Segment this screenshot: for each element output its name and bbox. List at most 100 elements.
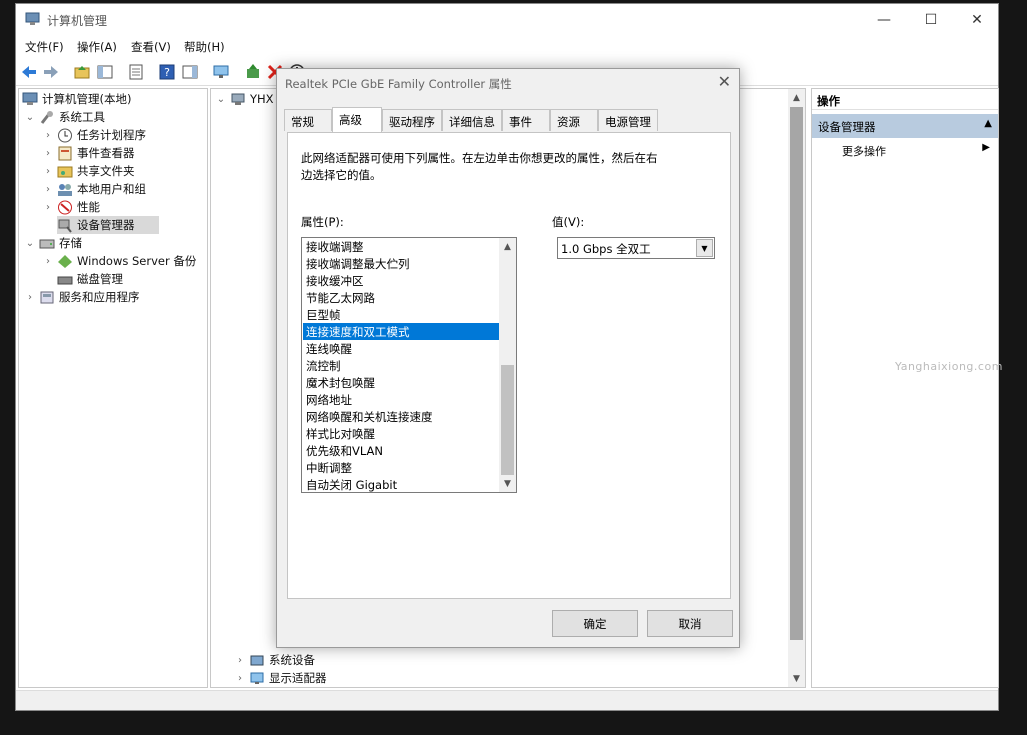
computer-icon (231, 93, 245, 105)
tree-node-event-viewer[interactable]: › 事件查看器 (43, 144, 135, 162)
tree-node-device-manager[interactable]: 设备管理器 (57, 216, 159, 234)
menu-action[interactable]: 操作(A) (77, 39, 117, 55)
tree-label: 系统设备 (269, 653, 315, 667)
tree-label: 服务和应用程序 (59, 290, 140, 304)
tree-node-local-users[interactable]: › 本地用户和组 (43, 180, 146, 198)
property-item-selected[interactable]: 连接速度和双工模式 (303, 323, 499, 340)
actions-section-label: 设备管理器 (818, 120, 876, 134)
show-hide-tree-icon[interactable] (96, 63, 114, 81)
chevron-right-icon[interactable]: › (235, 673, 245, 684)
tab-advanced[interactable]: 高级 (332, 107, 382, 132)
chevron-right-icon[interactable]: › (43, 184, 53, 195)
menu-file[interactable]: 文件(F) (25, 39, 64, 55)
scroll-down-icon[interactable]: ▼ (788, 670, 805, 687)
scan-hardware-icon[interactable] (212, 63, 230, 81)
chevron-right-icon[interactable]: › (235, 655, 245, 666)
property-item[interactable]: 巨型帧 (303, 306, 499, 323)
tab-details[interactable]: 详细信息 (442, 109, 502, 131)
tab-power-management[interactable]: 电源管理 (598, 109, 658, 131)
property-item[interactable]: 网络唤醒和关机连接速度 (303, 408, 499, 425)
property-item[interactable]: 接收端调整 (303, 238, 499, 255)
device-node-display-adapters[interactable]: › 显示适配器 (235, 669, 327, 687)
property-item[interactable]: 网络地址 (303, 391, 499, 408)
property-listbox[interactable]: 接收端调整 接收端调整最大伫列 接收缓冲区 节能乙太网路 巨型帧 连接速度和双工… (301, 237, 517, 493)
device-root-node[interactable]: ⌄ YHX (216, 90, 274, 108)
svg-text:?: ? (164, 66, 170, 79)
property-item[interactable]: 样式比对唤醒 (303, 425, 499, 442)
tree-node-windows-server-backup[interactable]: › Windows Server 备份 (43, 252, 196, 270)
chevron-down-icon[interactable]: ⌄ (25, 238, 35, 249)
window-title: 计算机管理 (47, 14, 108, 28)
tab-events[interactable]: 事件 (502, 109, 550, 131)
properties-icon[interactable] (127, 63, 145, 81)
cancel-button[interactable]: 取消 (647, 610, 733, 637)
property-item[interactable]: 接收端调整最大伫列 (303, 255, 499, 272)
property-item[interactable]: 流控制 (303, 357, 499, 374)
tab-driver[interactable]: 驱动程序 (382, 109, 442, 131)
device-root-label: YHX (250, 92, 274, 106)
chevron-right-icon[interactable]: › (43, 202, 53, 213)
event-log-icon (58, 146, 72, 160)
property-item[interactable]: 自动关闭 Gigabit (303, 476, 499, 492)
tree-label: 存储 (59, 236, 82, 250)
scroll-up-icon[interactable]: ▲ (499, 238, 516, 255)
description-line-1: 此网络适配器可使用下列属性。在左边单击你想更改的属性，然后在右 (301, 151, 658, 165)
more-actions-item[interactable]: 更多操作 ▶ (812, 138, 998, 160)
show-hide-action-pane-icon[interactable] (181, 63, 199, 81)
scroll-up-icon[interactable]: ▲ (788, 89, 805, 106)
maximize-button[interactable]: ☐ (908, 4, 954, 35)
tree-node-shared-folders[interactable]: › 共享文件夹 (43, 162, 135, 180)
properties-dialog: Realtek PCIe GbE Family Controller 属性 ✕ … (276, 68, 740, 648)
tab-general[interactable]: 常规 (284, 109, 332, 131)
property-item[interactable]: 魔术封包唤醒 (303, 374, 499, 391)
chevron-down-icon[interactable]: ⌄ (25, 112, 35, 123)
ok-button[interactable]: 确定 (552, 610, 638, 637)
tree-node-performance[interactable]: › 性能 (43, 198, 100, 216)
up-folder-icon[interactable] (73, 63, 91, 81)
actions-section-device-manager[interactable]: 设备管理器 ▲ (812, 114, 998, 138)
scrollbar-thumb[interactable] (790, 107, 803, 640)
shared-folder-icon (57, 166, 73, 177)
tree-label: 本地用户和组 (77, 182, 146, 196)
tools-icon (40, 110, 53, 124)
property-item[interactable]: 连线唤醒 (303, 340, 499, 357)
collapse-up-icon[interactable]: ▲ (984, 118, 992, 129)
chevron-right-icon[interactable]: › (25, 292, 35, 303)
tree-node-disk-management[interactable]: 磁盘管理 (57, 270, 123, 288)
chevron-down-icon[interactable]: ▼ (696, 239, 713, 257)
status-bar (16, 690, 998, 710)
tree-node-root[interactable]: 计算机管理(本地) (22, 90, 131, 108)
update-driver-icon[interactable] (244, 63, 262, 81)
property-item[interactable]: 优先级和VLAN (303, 442, 499, 459)
minimize-button[interactable]: — (861, 4, 907, 35)
scroll-down-icon[interactable]: ▼ (499, 475, 516, 492)
device-node-system-devices[interactable]: › 系统设备 (235, 651, 315, 669)
menu-help[interactable]: 帮助(H) (184, 39, 225, 55)
chevron-down-icon[interactable]: ⌄ (216, 94, 226, 105)
help-icon[interactable]: ? (158, 63, 176, 81)
back-arrow-icon[interactable] (20, 63, 38, 81)
actions-header: 操作 (812, 89, 998, 110)
dialog-tabs: 常规 高级 驱动程序 详细信息 事件 资源 电源管理 (284, 107, 734, 132)
property-item[interactable]: 节能乙太网路 (303, 289, 499, 306)
chevron-right-icon[interactable]: › (43, 256, 53, 267)
dialog-close-icon[interactable]: ✕ (718, 72, 731, 91)
chevron-right-icon[interactable]: › (43, 148, 53, 159)
tree-node-task-scheduler[interactable]: › 任务计划程序 (43, 126, 146, 144)
property-item[interactable]: 中断调整 (303, 459, 499, 476)
property-item[interactable]: 接收缓冲区 (303, 272, 499, 289)
tree-node-storage[interactable]: ⌄ 存储 (25, 234, 82, 252)
tab-resources[interactable]: 资源 (550, 109, 598, 131)
scrollbar-thumb[interactable] (501, 365, 514, 475)
tree-node-system-tools[interactable]: ⌄ 系统工具 (25, 108, 105, 126)
menu-view[interactable]: 查看(V) (131, 39, 171, 55)
device-list-scrollbar[interactable]: ▲ ▼ (788, 89, 805, 687)
chevron-right-icon[interactable]: › (43, 130, 53, 141)
close-button[interactable]: ✕ (954, 4, 1000, 35)
value-dropdown[interactable]: 1.0 Gbps 全双工 ▼ (557, 237, 715, 259)
property-list-scrollbar[interactable]: ▲ ▼ (499, 238, 516, 492)
tree-node-services-apps[interactable]: › 服务和应用程序 (25, 288, 140, 306)
chevron-right-icon[interactable]: › (43, 166, 53, 177)
forward-arrow-icon[interactable] (42, 63, 60, 81)
actions-pane: 操作 设备管理器 ▲ 更多操作 ▶ (811, 88, 999, 688)
